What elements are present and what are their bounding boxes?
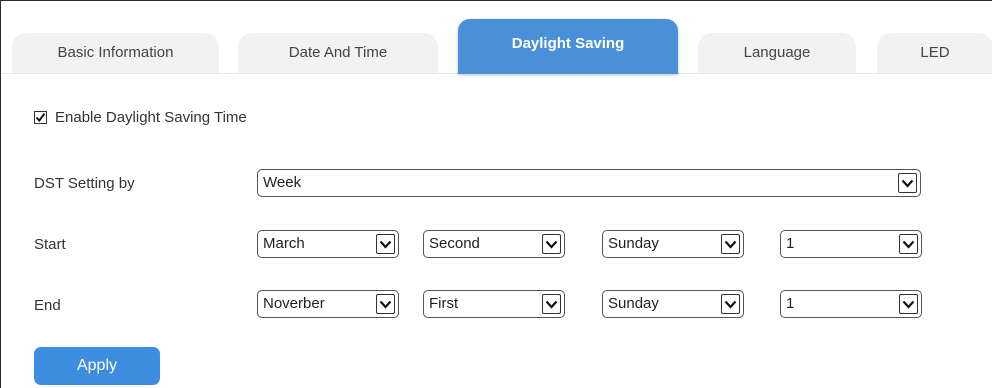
dst-setting-select[interactable]: Week bbox=[257, 169, 921, 197]
chevron-down-icon[interactable] bbox=[721, 234, 740, 254]
start-day-select[interactable]: Sunday bbox=[602, 230, 744, 258]
tab-led[interactable]: LED bbox=[877, 33, 992, 73]
tab-date-and-time[interactable]: Date And Time bbox=[238, 33, 438, 73]
start-month-select[interactable]: March bbox=[257, 230, 399, 258]
dst-setting-label: DST Setting by bbox=[34, 175, 135, 192]
end-day-value: Sunday bbox=[608, 295, 659, 312]
end-week-select[interactable]: First bbox=[423, 290, 565, 318]
settings-panel: Basic Information Date And Time Daylight… bbox=[0, 0, 992, 388]
tab-language[interactable]: Language bbox=[698, 33, 856, 73]
tab-basic-information[interactable]: Basic Information bbox=[12, 33, 219, 73]
start-week-select[interactable]: Second bbox=[423, 230, 565, 258]
end-month-select[interactable]: Noverber bbox=[257, 290, 399, 318]
end-day-select[interactable]: Sunday bbox=[602, 290, 744, 318]
start-week-value: Second bbox=[429, 235, 480, 252]
start-hour-select[interactable]: 1 bbox=[780, 230, 922, 258]
chevron-down-icon[interactable] bbox=[542, 234, 561, 254]
enable-dst-label: Enable Daylight Saving Time bbox=[55, 108, 247, 126]
start-month-value: March bbox=[263, 235, 305, 252]
tab-daylight-saving[interactable]: Daylight Saving bbox=[458, 19, 678, 74]
end-hour-select[interactable]: 1 bbox=[780, 290, 922, 318]
chevron-down-icon[interactable] bbox=[899, 234, 918, 254]
chevron-down-icon[interactable] bbox=[376, 234, 395, 254]
checkmark-icon bbox=[35, 112, 46, 122]
enable-dst-row[interactable]: Enable Daylight Saving Time bbox=[34, 108, 247, 126]
end-hour-value: 1 bbox=[786, 295, 795, 312]
end-week-value: First bbox=[429, 295, 459, 312]
dst-setting-value: Week bbox=[263, 174, 302, 191]
end-label: End bbox=[34, 297, 61, 314]
enable-dst-checkbox[interactable] bbox=[34, 110, 47, 124]
apply-button[interactable]: Apply bbox=[34, 347, 160, 385]
chevron-down-icon[interactable] bbox=[898, 173, 917, 193]
chevron-down-icon[interactable] bbox=[721, 294, 740, 314]
chevron-down-icon[interactable] bbox=[542, 294, 561, 314]
start-day-value: Sunday bbox=[608, 235, 659, 252]
chevron-down-icon[interactable] bbox=[899, 294, 918, 314]
start-label: Start bbox=[34, 236, 66, 253]
end-month-value: Noverber bbox=[263, 295, 325, 312]
start-hour-value: 1 bbox=[786, 235, 795, 252]
chevron-down-icon[interactable] bbox=[376, 294, 395, 314]
